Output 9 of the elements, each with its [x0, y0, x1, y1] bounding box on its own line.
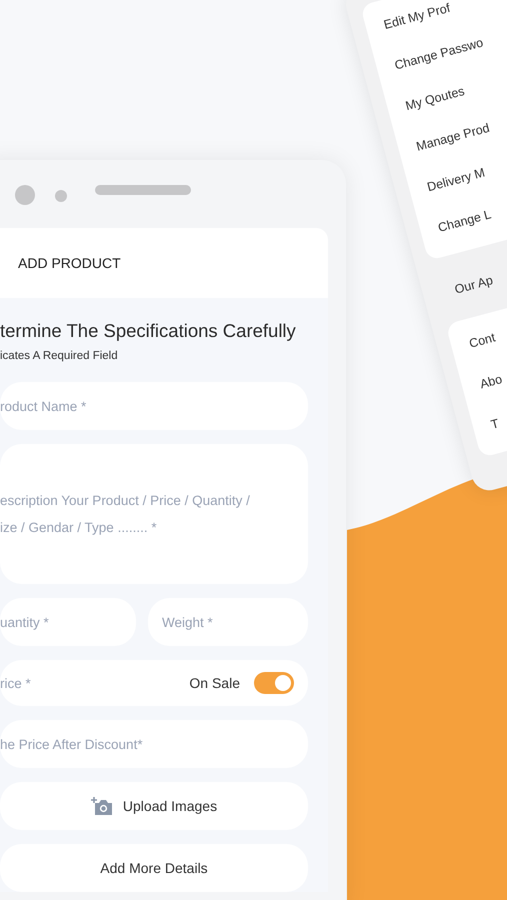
screen-title: ADD PRODUCT — [18, 255, 121, 271]
required-note: icates A Required Field — [0, 350, 119, 362]
toggle-switch[interactable] — [254, 672, 294, 694]
price-placeholder: rice * — [0, 676, 31, 690]
form-heading: termine The Specifications Carefully — [0, 320, 297, 342]
price-field[interactable]: rice * On Sale — [0, 660, 308, 706]
on-sale-label: On Sale — [189, 675, 240, 691]
upload-images-button[interactable]: Upload Images — [0, 782, 308, 830]
add-details-button[interactable]: Add More Details — [0, 844, 308, 892]
